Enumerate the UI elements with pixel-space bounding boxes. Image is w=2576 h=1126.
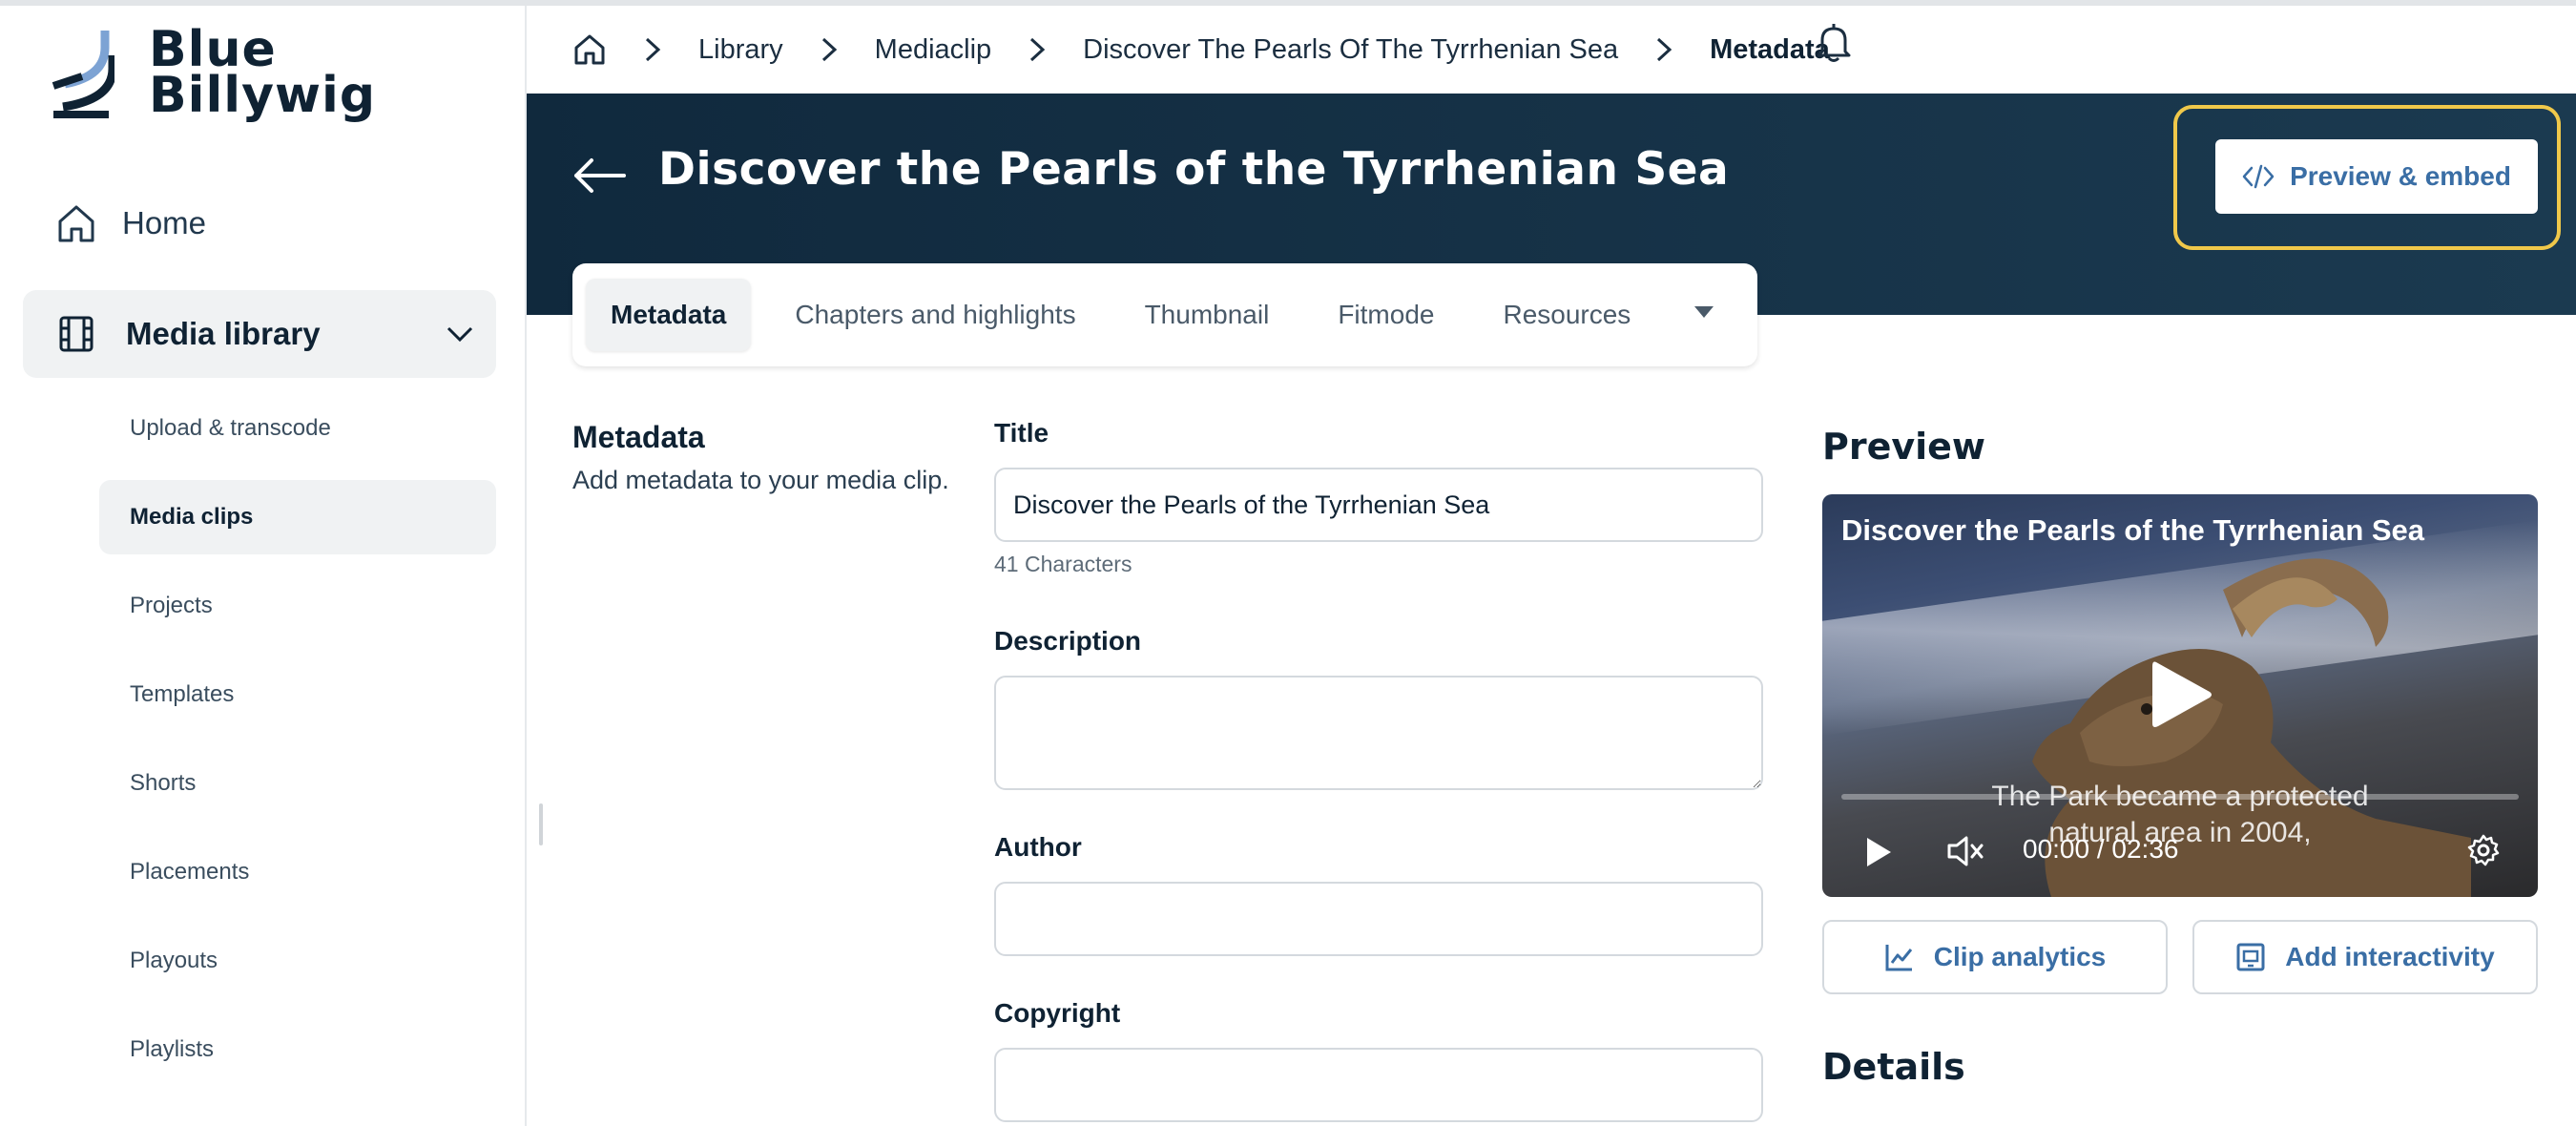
line-chart-icon (1885, 945, 1912, 971)
copyright-label: Copyright (994, 998, 1121, 1028)
breadcrumb-clip-title[interactable]: Discover The Pearls Of The Tyrrhenian Se… (1083, 34, 1618, 66)
tab-bar: Metadata Chapters and highlights Thumbna… (572, 263, 1757, 366)
code-icon (2242, 164, 2275, 189)
video-player[interactable]: Discover the Pearls of the Tyrrhenian Se… (1822, 494, 2538, 897)
preview-heading: Preview (1822, 426, 1986, 468)
video-title-overlay: Discover the Pearls of the Tyrrhenian Se… (1841, 513, 2425, 547)
chevron-right-icon (821, 37, 837, 62)
app-root: Blue Billywig Home Media library Upload … (0, 0, 2576, 1126)
sidebar-item-playouts[interactable]: Playouts (99, 924, 496, 998)
add-interactivity-label: Add interactivity (2285, 942, 2495, 971)
subtitle-line-1: The Park became a protected (1991, 781, 2369, 812)
metadata-subheading: Add metadata to your media clip. (572, 466, 949, 494)
details-heading: Details (1822, 1046, 1965, 1088)
chevron-right-icon (1030, 37, 1046, 62)
description-label: Description (994, 626, 1142, 656)
add-interactivity-button[interactable]: Add interactivity (2192, 920, 2538, 994)
tab-resources[interactable]: Resources (1478, 279, 1655, 351)
author-label: Author (994, 832, 1082, 862)
tab-fitmode[interactable]: Fitmode (1313, 279, 1459, 351)
sidebar-item-placements[interactable]: Placements (99, 835, 496, 909)
sidebar: Blue Billywig Home Media library Upload … (0, 6, 527, 1126)
brand-line-2: Billywig (149, 67, 377, 124)
author-input[interactable] (994, 882, 1763, 956)
title-label: Title (994, 418, 1049, 448)
breadcrumb-home-icon[interactable] (572, 32, 607, 67)
sidebar-item-shorts[interactable]: Shorts (99, 746, 496, 821)
sidebar-item-upload-transcode[interactable]: Upload & transcode (99, 391, 496, 466)
breadcrumb: Library Mediaclip Discover The Pearls Of… (527, 6, 2576, 94)
metadata-heading: Metadata (572, 420, 705, 454)
sidebar-item-home-label: Home (122, 205, 207, 240)
tab-chapters-highlights[interactable]: Chapters and highlights (770, 279, 1100, 351)
preview-embed-label: Preview & embed (2290, 161, 2511, 191)
back-arrow-icon[interactable] (572, 156, 626, 195)
sidebar-item-media-library-label: Media library (126, 316, 321, 351)
sidebar-item-projects[interactable]: Projects (99, 569, 496, 643)
bell-icon[interactable] (1815, 21, 1853, 63)
sidebar-item-media-library[interactable]: Media library (23, 290, 496, 378)
chevron-right-icon (1657, 37, 1672, 62)
home-icon (58, 205, 94, 242)
sidebar-resize-handle[interactable] (539, 803, 543, 845)
description-textarea[interactable] (994, 676, 1763, 790)
film-icon (59, 316, 93, 352)
tab-metadata[interactable]: Metadata (586, 279, 752, 351)
sidebar-item-playlists[interactable]: Playlists (99, 1012, 496, 1087)
breadcrumb-mediaclip[interactable]: Mediaclip (875, 34, 992, 66)
breadcrumb-library[interactable]: Library (698, 34, 783, 66)
page-title: Discover the Pearls of the Tyrrhenian Se… (658, 143, 1730, 196)
tab-thumbnail[interactable]: Thumbnail (1120, 279, 1295, 351)
brand-logo[interactable]: Blue Billywig (50, 21, 377, 124)
brand-wordmark: Blue Billywig (149, 21, 377, 124)
breadcrumb-current: Metadata (1710, 33, 1830, 65)
copyright-input[interactable] (994, 1048, 1763, 1122)
preview-embed-button[interactable]: Preview & embed (2215, 139, 2538, 214)
play-icon[interactable] (2150, 658, 2213, 731)
chevron-down-icon[interactable] (445, 319, 475, 349)
sidebar-item-media-clips[interactable]: Media clips (99, 480, 496, 554)
clip-analytics-button[interactable]: Clip analytics (1822, 920, 2168, 994)
sidebar-item-templates[interactable]: Templates (99, 657, 496, 732)
control-play-icon[interactable] (1864, 836, 1893, 868)
video-time: 00:00 / 02:36 (2023, 834, 2179, 864)
brand-swoosh-icon (52, 31, 114, 118)
settings-gear-icon[interactable] (2467, 834, 2500, 866)
brand-line-1: Blue (149, 21, 277, 78)
subtitle-line-2: natural area in 2004, (2048, 817, 2312, 848)
caret-down-icon[interactable] (1693, 303, 1715, 321)
volume-icon[interactable] (1946, 834, 1984, 868)
sidebar-item-home[interactable]: Home (55, 202, 206, 244)
clip-analytics-label: Clip analytics (1933, 942, 2107, 971)
title-input[interactable] (994, 468, 1763, 542)
chevron-right-icon (645, 37, 661, 62)
title-char-count: 41 Characters (994, 552, 1132, 576)
interactivity-frame-icon (2236, 943, 2265, 971)
